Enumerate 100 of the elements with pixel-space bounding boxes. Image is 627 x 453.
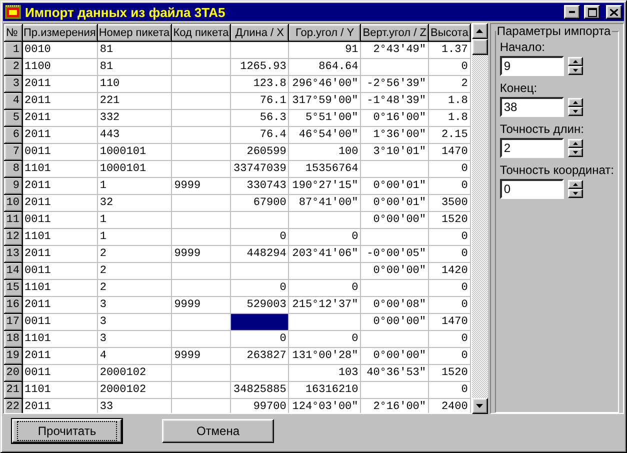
minimize-icon xyxy=(569,11,575,13)
maximize-button[interactable] xyxy=(584,5,600,19)
row-header[interactable]: 4 xyxy=(4,92,22,110)
input-field[interactable]: 0 xyxy=(500,179,564,199)
row-header[interactable]: 10 xyxy=(4,194,22,212)
column-header[interactable]: Верт.угол / Z xyxy=(360,24,429,42)
input-field[interactable]: 9 xyxy=(500,56,564,76)
scroll-down-button[interactable] xyxy=(472,398,488,414)
spin-up-button[interactable] xyxy=(568,57,583,66)
row-header[interactable]: 5 xyxy=(4,110,22,126)
table-cell: 0 xyxy=(288,330,361,348)
spin-down-button[interactable] xyxy=(568,107,583,116)
row-header[interactable]: 2 xyxy=(4,58,22,76)
table-cell: 3 xyxy=(97,330,172,348)
table-cell: 203°41'06" xyxy=(288,246,361,262)
scrollbar-thumb[interactable] xyxy=(472,39,488,55)
table-cell: 1101 xyxy=(22,330,98,348)
table-cell: 332 xyxy=(97,110,172,126)
table-cell: 2 xyxy=(97,262,172,280)
table-cell: 0°00'00" xyxy=(360,212,429,228)
table-cell: 2011 xyxy=(22,348,98,364)
table-cell: 2 xyxy=(97,280,172,296)
row-header[interactable]: 12 xyxy=(4,228,22,246)
input-field[interactable]: 2 xyxy=(500,138,564,158)
column-header[interactable]: Код пикета xyxy=(172,24,230,42)
minimize-button[interactable] xyxy=(564,5,580,19)
table-cell: 1520 xyxy=(428,364,470,382)
spin-down-button[interactable] xyxy=(568,189,583,198)
input-field[interactable]: 38 xyxy=(500,97,564,117)
row-header[interactable]: 17 xyxy=(4,314,22,330)
table-cell xyxy=(360,228,429,246)
table-cell: 1101 xyxy=(22,228,98,246)
table-cell xyxy=(360,330,429,348)
row-header[interactable]: 19 xyxy=(4,348,22,364)
row-header[interactable]: 21 xyxy=(4,382,22,398)
table-cell: 1 xyxy=(97,212,172,228)
spin-down-button[interactable] xyxy=(568,148,583,157)
spin-up-button[interactable] xyxy=(568,180,583,189)
row-header[interactable]: 1 xyxy=(4,42,22,58)
table-cell: 0 xyxy=(428,160,470,178)
dialog-button[interactable]: Отмена xyxy=(162,419,274,443)
table-cell: 1101 xyxy=(22,382,98,398)
field-label: Конец: xyxy=(500,81,538,95)
table-cell: 0011 xyxy=(22,314,98,330)
table-cell: 2 xyxy=(428,76,470,92)
table-cell xyxy=(230,42,289,58)
table-cell: 81 xyxy=(97,58,172,76)
dialog-button[interactable]: Прочитать xyxy=(12,419,122,443)
table-cell xyxy=(172,160,230,178)
spin-up-button[interactable] xyxy=(568,98,583,107)
table-cell: 448294 xyxy=(230,246,289,262)
row-header[interactable]: 3 xyxy=(4,76,22,92)
table-cell: 67900 xyxy=(230,194,289,212)
column-header[interactable]: Номер пикета xyxy=(97,24,172,42)
app-icon xyxy=(5,5,21,19)
table-cell: 296°46'00" xyxy=(288,76,361,92)
table-cell: 0011 xyxy=(22,364,98,382)
table-cell xyxy=(230,212,289,228)
table-cell: 103 xyxy=(288,364,361,382)
row-header[interactable]: 20 xyxy=(4,364,22,382)
row-header[interactable]: 9 xyxy=(4,178,22,194)
column-header[interactable]: Гор.угол / Y xyxy=(288,24,361,42)
row-header[interactable]: 16 xyxy=(4,296,22,314)
row-header[interactable]: 14 xyxy=(4,262,22,280)
table-cell: 33747039 xyxy=(230,160,289,178)
spin-up-button[interactable] xyxy=(568,139,583,148)
table-cell: 0 xyxy=(428,228,470,246)
row-header[interactable]: 7 xyxy=(4,144,22,160)
table-cell: 221 xyxy=(97,92,172,110)
table-cell: 81 xyxy=(97,42,172,58)
table-cell: 131°00'28" xyxy=(288,348,361,364)
table-cell: 443 xyxy=(97,126,172,144)
table-cell: -1°48'39" xyxy=(360,92,429,110)
table-cell: 0°00'00" xyxy=(360,262,429,280)
close-button[interactable] xyxy=(606,5,622,19)
up-arrow-icon xyxy=(572,101,578,104)
spin-down-button[interactable] xyxy=(568,66,583,75)
column-header[interactable]: Пр.измерения xyxy=(22,24,98,42)
row-header[interactable]: 11 xyxy=(4,212,22,228)
row-header[interactable]: 15 xyxy=(4,280,22,296)
row-header[interactable]: 13 xyxy=(4,246,22,262)
scroll-up-button[interactable] xyxy=(472,23,488,39)
row-header[interactable]: 22 xyxy=(4,398,22,413)
column-header[interactable]: Длина / X xyxy=(230,24,289,42)
row-header[interactable]: 8 xyxy=(4,160,22,178)
table-cell: 110 xyxy=(97,76,172,92)
maximize-icon xyxy=(588,8,596,16)
table-cell: 317°59'00" xyxy=(288,92,361,110)
table-cell: 0011 xyxy=(22,144,98,160)
table-cell: 0 xyxy=(288,228,361,246)
table-cell: 76.4 xyxy=(230,126,289,144)
table-cell: 1470 xyxy=(428,314,470,330)
table-cell: 0 xyxy=(428,246,470,262)
table-cell: 190°27'15" xyxy=(288,178,361,194)
table-cell: 1520 xyxy=(428,212,470,228)
row-header[interactable]: 18 xyxy=(4,330,22,348)
table-cell xyxy=(172,364,230,382)
row-header[interactable]: 6 xyxy=(4,126,22,144)
column-header[interactable]: Высота xyxy=(428,24,470,42)
table-cell xyxy=(360,382,429,398)
